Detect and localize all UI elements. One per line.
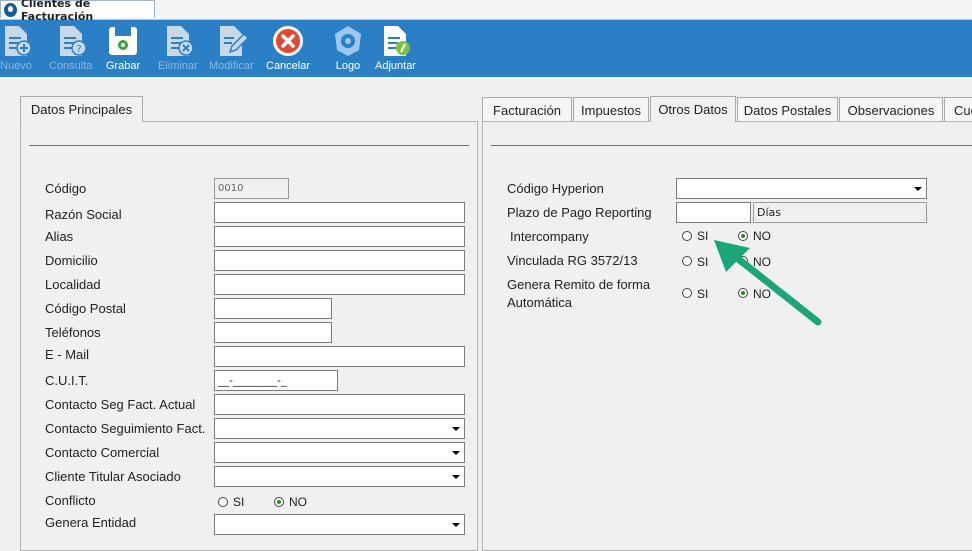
genera-remito-si-label: SI [697, 287, 709, 301]
grabar-button[interactable]: Grabar [105, 22, 141, 72]
cancel-icon [270, 22, 306, 60]
left-divider [29, 145, 469, 146]
conflicto-no-radio[interactable] [274, 497, 284, 507]
intercompany-si-label: SI [697, 229, 709, 243]
cancelar-button[interactable]: Cancelar [266, 22, 310, 72]
codigo-postal-label: Código Postal [45, 301, 126, 316]
modificar-button[interactable]: Modificar [209, 22, 254, 72]
intercompany-label: Intercompany [510, 229, 589, 244]
nuevo-button[interactable]: Nuevo [0, 22, 34, 72]
conflicto-label: Conflicto [45, 493, 96, 508]
codigo-postal-field[interactable] [214, 298, 332, 319]
save-icon [105, 22, 141, 60]
contacto-seguimiento-label: Contacto Seguimiento Fact. [45, 421, 206, 436]
toolbar: Nuevo ? Consulta Grabar Eliminar Modific… [0, 20, 972, 77]
tab-facturacion[interactable]: Facturación [482, 97, 572, 122]
chevron-down-icon [452, 451, 460, 455]
genera-entidad-select[interactable] [214, 514, 465, 535]
conflicto-si-radio[interactable] [218, 497, 228, 507]
right-divider [491, 145, 972, 146]
genera-remito-label-line1: Genera Remito de forma [507, 277, 651, 292]
localidad-field[interactable] [214, 274, 465, 295]
contacto-seg-actual-field[interactable] [214, 394, 465, 415]
domicilio-field[interactable] [214, 250, 465, 271]
cuit-label: C.U.I.T. [45, 373, 89, 388]
vinculada-si-radio[interactable] [682, 256, 692, 266]
consulta-button[interactable]: ? Consulta [49, 22, 92, 72]
genera-remito-si-radio[interactable] [682, 288, 692, 298]
edit-doc-icon [213, 22, 249, 60]
cliente-titular-label: Cliente Titular Asociado [45, 469, 181, 484]
contacto-seg-actual-label: Contacto Seg Fact. Actual [45, 397, 196, 412]
tab-datos-principales[interactable]: Datos Principales [20, 96, 143, 122]
codigo-hyperion-select[interactable] [676, 178, 927, 199]
conflicto-no-label: NO [289, 495, 307, 509]
vinculada-label: Vinculada RG 3572/13 [507, 253, 638, 268]
app-icon [4, 2, 17, 17]
conflicto-si-label: SI [233, 495, 245, 509]
plazo-pago-label: Plazo de Pago Reporting [507, 205, 652, 220]
email-field[interactable] [214, 346, 465, 367]
window-tab-bar: Clientes de Facturación [0, 0, 972, 23]
query-doc-icon: ? [53, 22, 89, 60]
tab-datos-postales[interactable]: Datos Postales [737, 97, 838, 122]
genera-remito-label-line2: Automática [507, 295, 573, 310]
localidad-label: Localidad [45, 277, 101, 292]
eliminar-button[interactable]: Eliminar [158, 22, 198, 72]
cliente-titular-select[interactable] [214, 466, 465, 487]
dias-field: Días [753, 202, 927, 223]
genera-entidad-label: Genera Entidad [45, 515, 137, 530]
contacto-seguimiento-select[interactable] [214, 418, 465, 439]
vinculada-si-label: SI [697, 255, 709, 269]
delete-doc-icon [160, 22, 196, 60]
annotation-arrow-icon [714, 240, 822, 326]
email-label: E - Mail [45, 347, 90, 362]
chevron-down-icon [452, 427, 460, 431]
chevron-down-icon [452, 523, 460, 527]
razon-social-label: Razón Social [45, 207, 122, 222]
codigo-hyperion-label: Código Hyperion [507, 181, 604, 196]
tab-otros-datos[interactable]: Otros Datos [650, 96, 736, 122]
tab-impuestos[interactable]: Impuestos [573, 97, 649, 122]
logo-icon [330, 22, 366, 60]
codigo-field[interactable]: 0010 [214, 178, 289, 199]
tab-cuentas[interactable]: Cue [944, 97, 972, 122]
razon-social-field[interactable] [214, 202, 465, 223]
codigo-label: Código [45, 181, 87, 196]
alias-field[interactable] [214, 226, 465, 247]
plazo-pago-field[interactable] [676, 202, 751, 223]
logo-button[interactable]: Logo [330, 22, 366, 72]
adjuntar-button[interactable]: Adjuntar [375, 22, 416, 72]
tab-observaciones[interactable]: Observaciones [839, 97, 943, 122]
chevron-down-icon [914, 187, 922, 191]
domicilio-label: Domicilio [45, 253, 98, 268]
new-doc-icon [0, 22, 34, 60]
attach-doc-icon [377, 22, 413, 60]
window-tab[interactable]: Clientes de Facturación [0, 0, 155, 23]
chevron-down-icon [452, 475, 460, 479]
contacto-comercial-label: Contacto Comercial [45, 445, 160, 460]
telefonos-field[interactable] [214, 322, 332, 343]
telefonos-label: Teléfonos [45, 325, 101, 340]
intercompany-si-radio[interactable] [682, 231, 692, 241]
cuit-field[interactable]: __-________-_ [214, 370, 338, 391]
svg-text:?: ? [76, 44, 81, 55]
alias-label: Alias [45, 229, 74, 244]
contacto-comercial-select[interactable] [214, 442, 465, 463]
